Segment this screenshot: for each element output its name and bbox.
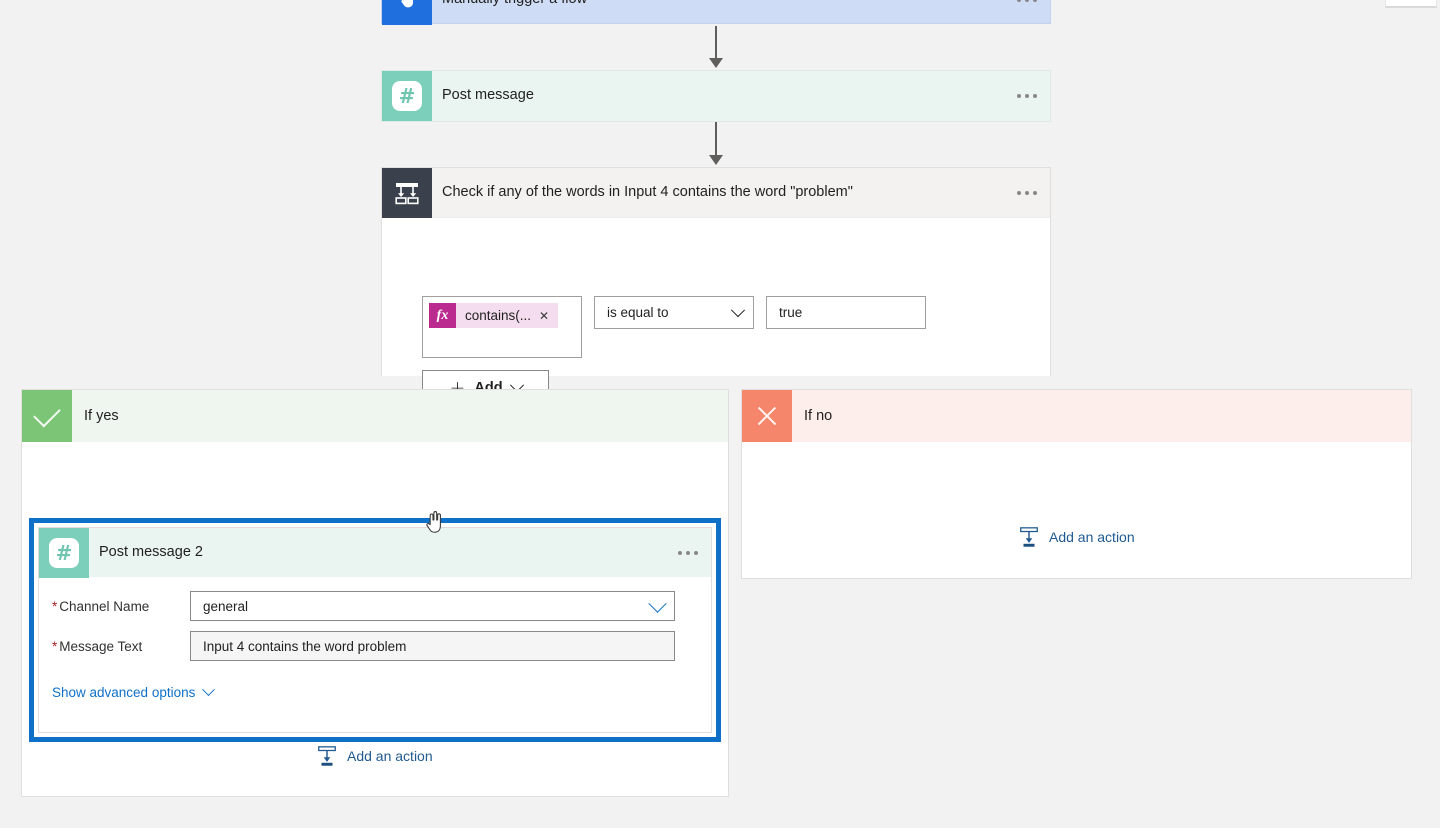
condition-left-operand-field[interactable]: fx contains(... ✕ (422, 296, 582, 358)
condition-card-menu-button[interactable] (1004, 168, 1050, 218)
expression-token[interactable]: fx contains(... ✕ (429, 303, 559, 328)
condition-operator-dropdown[interactable]: is equal to (594, 296, 754, 329)
condition-branch-icon (382, 167, 432, 218)
dot (694, 550, 698, 555)
fx-icon: fx (429, 303, 456, 328)
step-card-condition[interactable]: Check if any of the words in Input 4 con… (381, 167, 1051, 406)
branch-if-no-body (742, 442, 1411, 578)
post-message-card-header[interactable]: # Post message (382, 71, 1050, 121)
teams-hash-icon: # (39, 527, 89, 578)
chevron-down-icon (730, 302, 746, 317)
branch-if-yes: If yes # Post message 2 * Channel Name g… (21, 389, 729, 797)
dot (686, 550, 690, 555)
close-icon (742, 390, 792, 442)
hash-glyph: # (392, 81, 422, 111)
message-text-label: * Message Text (52, 639, 190, 654)
hand-pointer-icon (382, 0, 432, 25)
step-card-post-message-2[interactable]: # Post message 2 * Channel Name general … (38, 527, 712, 733)
selected-step-outline[interactable]: # Post message 2 * Channel Name general … (29, 518, 721, 742)
dot (678, 550, 682, 555)
trigger-card-header[interactable]: Manually trigger a flow (382, 0, 1050, 25)
chevron-down-icon (202, 683, 216, 697)
expression-token-label: contains(... (465, 308, 532, 323)
add-action-icon (1020, 527, 1038, 547)
branch-if-no-header: If no (742, 390, 1411, 442)
connector-arrow (709, 58, 723, 68)
add-action-icon (318, 746, 336, 766)
branch-if-no: If no (741, 389, 1412, 579)
condition-operator-value: is equal to (607, 305, 669, 320)
post-message-2-menu-button[interactable] (665, 528, 711, 578)
condition-value-text: true (779, 305, 803, 320)
add-an-action-label: Add an action (347, 748, 433, 764)
dot (1033, 0, 1037, 2)
branch-if-yes-label: If yes (84, 408, 119, 424)
show-advanced-options-label: Show advanced options (52, 685, 196, 700)
add-an-action-button-if-no[interactable]: Add an action (1018, 526, 1135, 548)
condition-body: fx contains(... ✕ is equal to true + Add (382, 218, 1050, 406)
condition-row: fx contains(... ✕ is equal to true (422, 296, 926, 358)
connector-line (715, 26, 717, 62)
dot (1033, 94, 1037, 98)
show-advanced-options-link[interactable]: Show advanced options (52, 683, 216, 700)
post-message-card-title: Post message (442, 87, 534, 104)
hash-glyph: # (49, 537, 79, 568)
dot (1017, 94, 1021, 98)
add-an-action-button-if-yes[interactable]: Add an action (316, 745, 433, 767)
form-row-channel-name: * Channel Name general (39, 591, 711, 621)
step-card-post-message[interactable]: # Post message (381, 70, 1051, 122)
check-icon (22, 390, 72, 442)
message-text-input[interactable]: Input 4 contains the word problem (190, 631, 675, 661)
dot (1025, 94, 1029, 98)
add-an-action-label: Add an action (1049, 529, 1135, 545)
trigger-card-menu-button[interactable] (1004, 0, 1050, 25)
branch-if-no-label: If no (804, 408, 833, 424)
dot (1017, 190, 1021, 195)
flow-canvas: Manually trigger a flow # Post message (0, 0, 1440, 828)
connector-arrow (709, 155, 723, 165)
dot (1025, 0, 1029, 2)
post-message-2-card-title: Post message 2 (99, 543, 203, 560)
branch-if-yes-body: # Post message 2 * Channel Name general … (22, 442, 728, 796)
dot (1017, 0, 1021, 2)
condition-card-header[interactable]: Check if any of the words in Input 4 con… (382, 167, 1050, 218)
dot (1025, 190, 1029, 195)
remove-token-icon[interactable]: ✕ (539, 310, 558, 322)
teams-hash-icon: # (382, 71, 432, 121)
check-glyph (33, 399, 61, 427)
x-glyph (755, 404, 779, 428)
post-message-2-card-header[interactable]: # Post message 2 (39, 527, 711, 578)
condition-card-title: Check if any of the words in Input 4 con… (442, 183, 853, 200)
message-text-label-text: Message Text (59, 638, 143, 654)
post-message-card-menu-button[interactable] (1004, 71, 1050, 121)
condition-value-input[interactable]: true (766, 296, 926, 329)
channel-name-value: general (203, 598, 249, 614)
branch-if-yes-header: If yes (22, 390, 728, 442)
chevron-down-icon (648, 593, 667, 613)
channel-name-label: * Channel Name (52, 599, 190, 614)
connector-line (715, 122, 717, 158)
form-row-message-text: * Message Text Input 4 contains the word … (39, 631, 711, 661)
browser-chrome-fragment (1385, 0, 1437, 8)
dot (1033, 190, 1037, 195)
trigger-card-title: Manually trigger a flow (432, 0, 1004, 9)
channel-name-dropdown[interactable]: general (190, 591, 675, 621)
step-card-trigger[interactable]: Manually trigger a flow (381, 0, 1051, 25)
channel-name-label-text: Channel Name (59, 598, 150, 614)
message-text-value: Input 4 contains the word problem (203, 638, 407, 654)
post-message-2-form: * Channel Name general * Message Text In… (39, 577, 711, 700)
